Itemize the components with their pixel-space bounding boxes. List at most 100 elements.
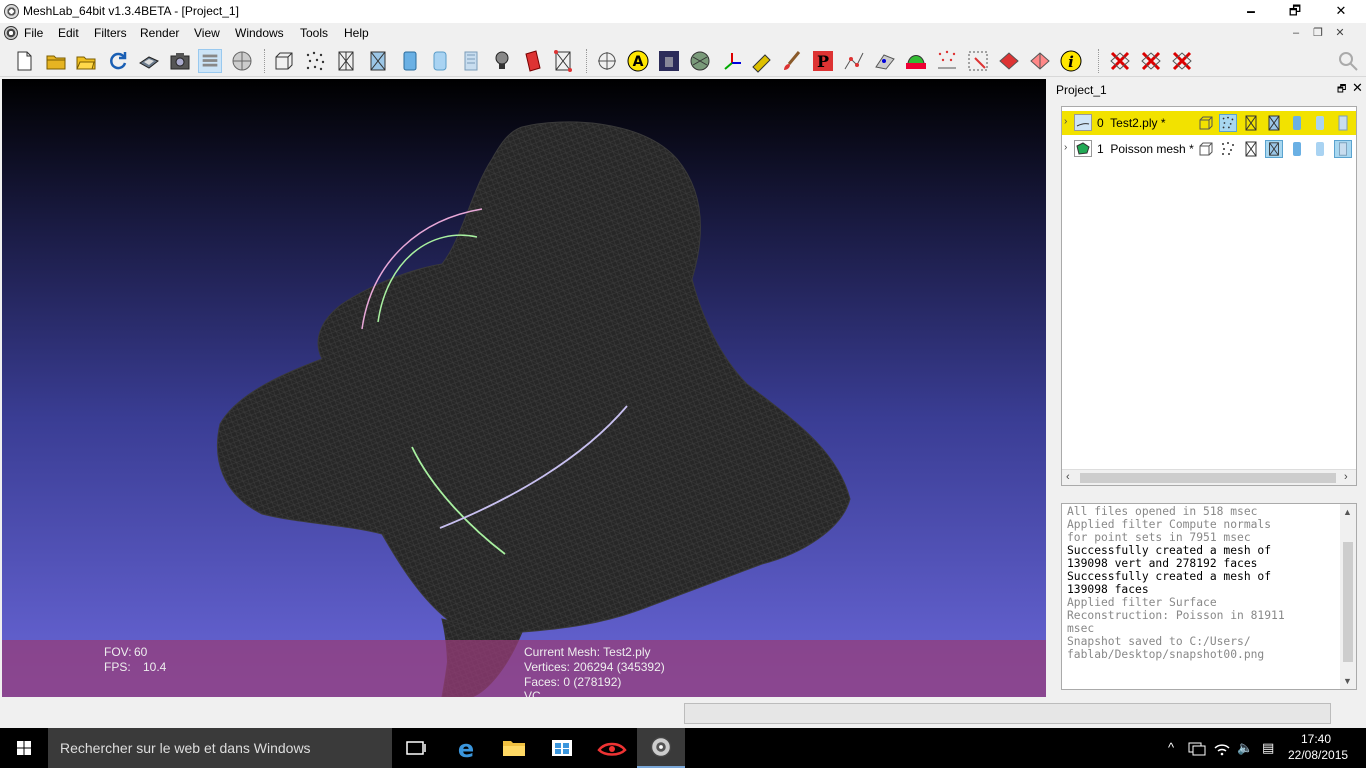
wireframe-icon[interactable] bbox=[1242, 140, 1260, 158]
flat-shading-icon[interactable] bbox=[1288, 114, 1306, 132]
reference-icon[interactable] bbox=[935, 49, 959, 73]
menu-help[interactable]: Help bbox=[344, 26, 369, 40]
wireframe-icon[interactable] bbox=[334, 49, 358, 73]
smooth-shading-icon[interactable] bbox=[1311, 140, 1329, 158]
clock[interactable]: 17:40 22/08/2015 bbox=[1288, 731, 1348, 763]
layer-row[interactable]: › 0 Test2.ply * bbox=[1062, 111, 1356, 135]
bounding-box-icon[interactable] bbox=[272, 49, 296, 73]
delete-all-icon[interactable] bbox=[1170, 49, 1194, 73]
reference-image-icon[interactable] bbox=[657, 49, 681, 73]
new-project-icon[interactable] bbox=[12, 49, 36, 73]
align-icon[interactable] bbox=[595, 49, 619, 73]
meshlab-task-icon[interactable] bbox=[637, 728, 685, 768]
select-faces-icon[interactable] bbox=[997, 49, 1021, 73]
scroll-left-icon[interactable]: ‹ bbox=[1066, 471, 1070, 483]
scroll-up-icon[interactable]: ▲ bbox=[1343, 507, 1352, 517]
parametrization-icon[interactable]: P bbox=[811, 49, 835, 73]
document-menu-icon[interactable] bbox=[4, 26, 18, 40]
light-icon[interactable] bbox=[490, 49, 514, 73]
hidden-lines-icon[interactable] bbox=[366, 49, 390, 73]
search-box[interactable]: Rechercher sur le web et dans Windows bbox=[48, 728, 392, 768]
smooth-shading-icon[interactable] bbox=[428, 49, 452, 73]
layers-icon[interactable] bbox=[198, 49, 222, 73]
edge-browser-icon[interactable]: e bbox=[442, 728, 490, 768]
horizontal-scrollbar[interactable]: ‹ › bbox=[1062, 469, 1356, 485]
delete-vertices-icon[interactable] bbox=[1108, 49, 1132, 73]
flat-shading-icon[interactable] bbox=[1288, 140, 1306, 158]
mdi-close-button[interactable]: ✕ bbox=[1330, 24, 1350, 42]
meshlab-app-icon bbox=[4, 4, 19, 19]
color-per-vertex-icon[interactable] bbox=[551, 49, 575, 73]
points-icon[interactable] bbox=[1219, 140, 1237, 158]
annotate-icon[interactable]: A bbox=[626, 49, 650, 73]
texture-icon[interactable] bbox=[459, 49, 483, 73]
expand-arrow-icon[interactable]: › bbox=[1064, 142, 1067, 153]
close-panel-button[interactable]: ✕ bbox=[1352, 80, 1363, 96]
back-face-icon[interactable] bbox=[521, 49, 545, 73]
texture-icon[interactable] bbox=[1334, 114, 1352, 132]
close-button[interactable]: ✕ bbox=[1318, 0, 1364, 23]
select-connected-icon[interactable] bbox=[1028, 49, 1052, 73]
texture-icon[interactable] bbox=[1334, 140, 1352, 158]
info-icon[interactable]: i bbox=[1059, 49, 1083, 73]
search-icon[interactable] bbox=[1336, 49, 1360, 73]
wifi-icon[interactable] bbox=[1213, 740, 1231, 756]
menu-file[interactable]: File bbox=[24, 26, 43, 40]
quality-mapper-icon[interactable] bbox=[904, 49, 928, 73]
pickpoints-icon[interactable] bbox=[842, 49, 866, 73]
points-icon[interactable] bbox=[303, 49, 327, 73]
hidden-lines-icon[interactable] bbox=[1265, 140, 1283, 158]
bounding-box-icon[interactable] bbox=[1197, 114, 1215, 132]
menu-render[interactable]: Render bbox=[140, 26, 179, 40]
menu-edit[interactable]: Edit bbox=[58, 26, 79, 40]
flat-shading-icon[interactable] bbox=[398, 49, 422, 73]
menu-tools[interactable]: Tools bbox=[300, 26, 328, 40]
points-icon[interactable] bbox=[1219, 114, 1237, 132]
open-project-icon[interactable] bbox=[44, 49, 68, 73]
reload-icon[interactable] bbox=[106, 49, 130, 73]
snapshot-icon[interactable] bbox=[168, 49, 192, 73]
people-icon[interactable] bbox=[1188, 740, 1206, 756]
point-on-mesh-icon[interactable] bbox=[873, 49, 897, 73]
open-file-icon[interactable] bbox=[74, 49, 98, 73]
axes-icon[interactable] bbox=[720, 49, 744, 73]
tray-chevron-icon[interactable]: ^ bbox=[1168, 740, 1174, 755]
save-icon[interactable] bbox=[137, 49, 161, 73]
paint-icon[interactable] bbox=[780, 49, 804, 73]
vertical-scrollbar[interactable]: ▲ ▼ bbox=[1340, 504, 1356, 689]
bounding-box-icon[interactable] bbox=[1197, 140, 1215, 158]
speaker-icon[interactable]: 🔈 bbox=[1237, 740, 1253, 756]
notification-icon[interactable]: ▤ bbox=[1262, 740, 1274, 756]
menu-filters[interactable]: Filters bbox=[94, 26, 127, 40]
expand-arrow-icon[interactable]: › bbox=[1064, 116, 1067, 127]
delete-faces-icon[interactable] bbox=[1139, 49, 1163, 73]
menu-view[interactable]: View bbox=[194, 26, 220, 40]
layer-row[interactable]: › 1 Poisson mesh * bbox=[1062, 137, 1356, 161]
measure-icon[interactable] bbox=[750, 49, 774, 73]
log-panel[interactable]: All files opened in 518 msec Applied fil… bbox=[1061, 503, 1357, 690]
eye-app-icon[interactable] bbox=[588, 728, 636, 768]
mdi-minimize-button[interactable]: – bbox=[1286, 24, 1306, 42]
scroll-right-icon[interactable]: › bbox=[1344, 471, 1348, 483]
scroll-down-icon[interactable]: ▼ bbox=[1343, 676, 1352, 686]
maximize-button[interactable]: 🗗 bbox=[1272, 0, 1318, 23]
hidden-lines-icon[interactable] bbox=[1265, 114, 1283, 132]
task-view-icon[interactable] bbox=[392, 728, 440, 768]
scroll-thumb[interactable] bbox=[1343, 542, 1353, 662]
mdi-restore-button[interactable]: ❐ bbox=[1308, 24, 1328, 42]
file-explorer-icon[interactable] bbox=[490, 728, 538, 768]
windows-start-icon[interactable] bbox=[0, 728, 48, 768]
raster-icon[interactable] bbox=[688, 49, 712, 73]
search-placeholder: Rechercher sur le web et dans Windows bbox=[60, 740, 311, 756]
store-icon[interactable] bbox=[538, 728, 586, 768]
menu-windows[interactable]: Windows bbox=[235, 26, 284, 40]
scroll-thumb[interactable] bbox=[1080, 473, 1336, 483]
view-from-layers-icon[interactable] bbox=[230, 49, 254, 73]
3d-viewport[interactable]: FOV: 60 FPS: 10.4 Current Mesh: Test2.pl… bbox=[2, 79, 1046, 697]
float-panel-button[interactable]: 🗗 bbox=[1337, 82, 1346, 99]
wireframe-icon[interactable] bbox=[1242, 114, 1260, 132]
smooth-shading-icon[interactable] bbox=[1311, 114, 1329, 132]
minimize-button[interactable]: 🗕 bbox=[1228, 0, 1274, 23]
toolbar-separator bbox=[586, 49, 588, 73]
select-vertices-icon[interactable] bbox=[966, 49, 990, 73]
